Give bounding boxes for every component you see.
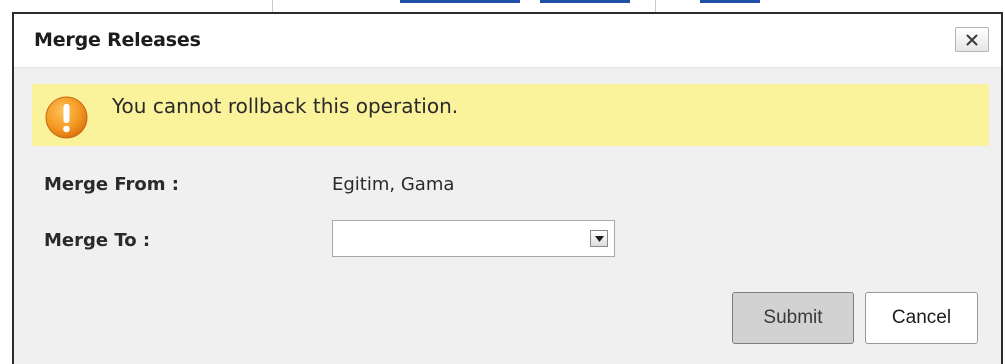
background-cell-divider — [272, 0, 273, 12]
warning-banner: You cannot rollback this operation. — [32, 84, 989, 146]
merge-to-select[interactable] — [332, 220, 615, 257]
warning-message: You cannot rollback this operation. — [112, 94, 459, 118]
close-button[interactable] — [955, 27, 989, 52]
background-link-fragment — [540, 0, 630, 3]
merge-from-label: Merge From : — [44, 174, 179, 195]
submit-button[interactable]: Submit — [732, 292, 854, 344]
dialog-title: Merge Releases — [34, 29, 201, 51]
merge-from-value: Egitim, Gama — [332, 174, 455, 195]
background-cell-divider — [655, 0, 656, 12]
merge-to-label: Merge To : — [44, 230, 151, 251]
warning-exclamation-icon — [45, 96, 88, 139]
merge-to-dropdown-button[interactable] — [590, 230, 608, 247]
close-icon — [966, 34, 978, 45]
merge-releases-dialog: Merge Releases You cannot rollback this … — [12, 12, 1003, 364]
background-link-fragment — [400, 0, 520, 3]
background-link-fragment — [700, 0, 760, 3]
dialog-titlebar[interactable]: Merge Releases — [14, 14, 1001, 68]
background-page-strip — [0, 0, 1005, 12]
chevron-down-icon — [594, 235, 604, 242]
cancel-button[interactable]: Cancel — [865, 292, 978, 344]
